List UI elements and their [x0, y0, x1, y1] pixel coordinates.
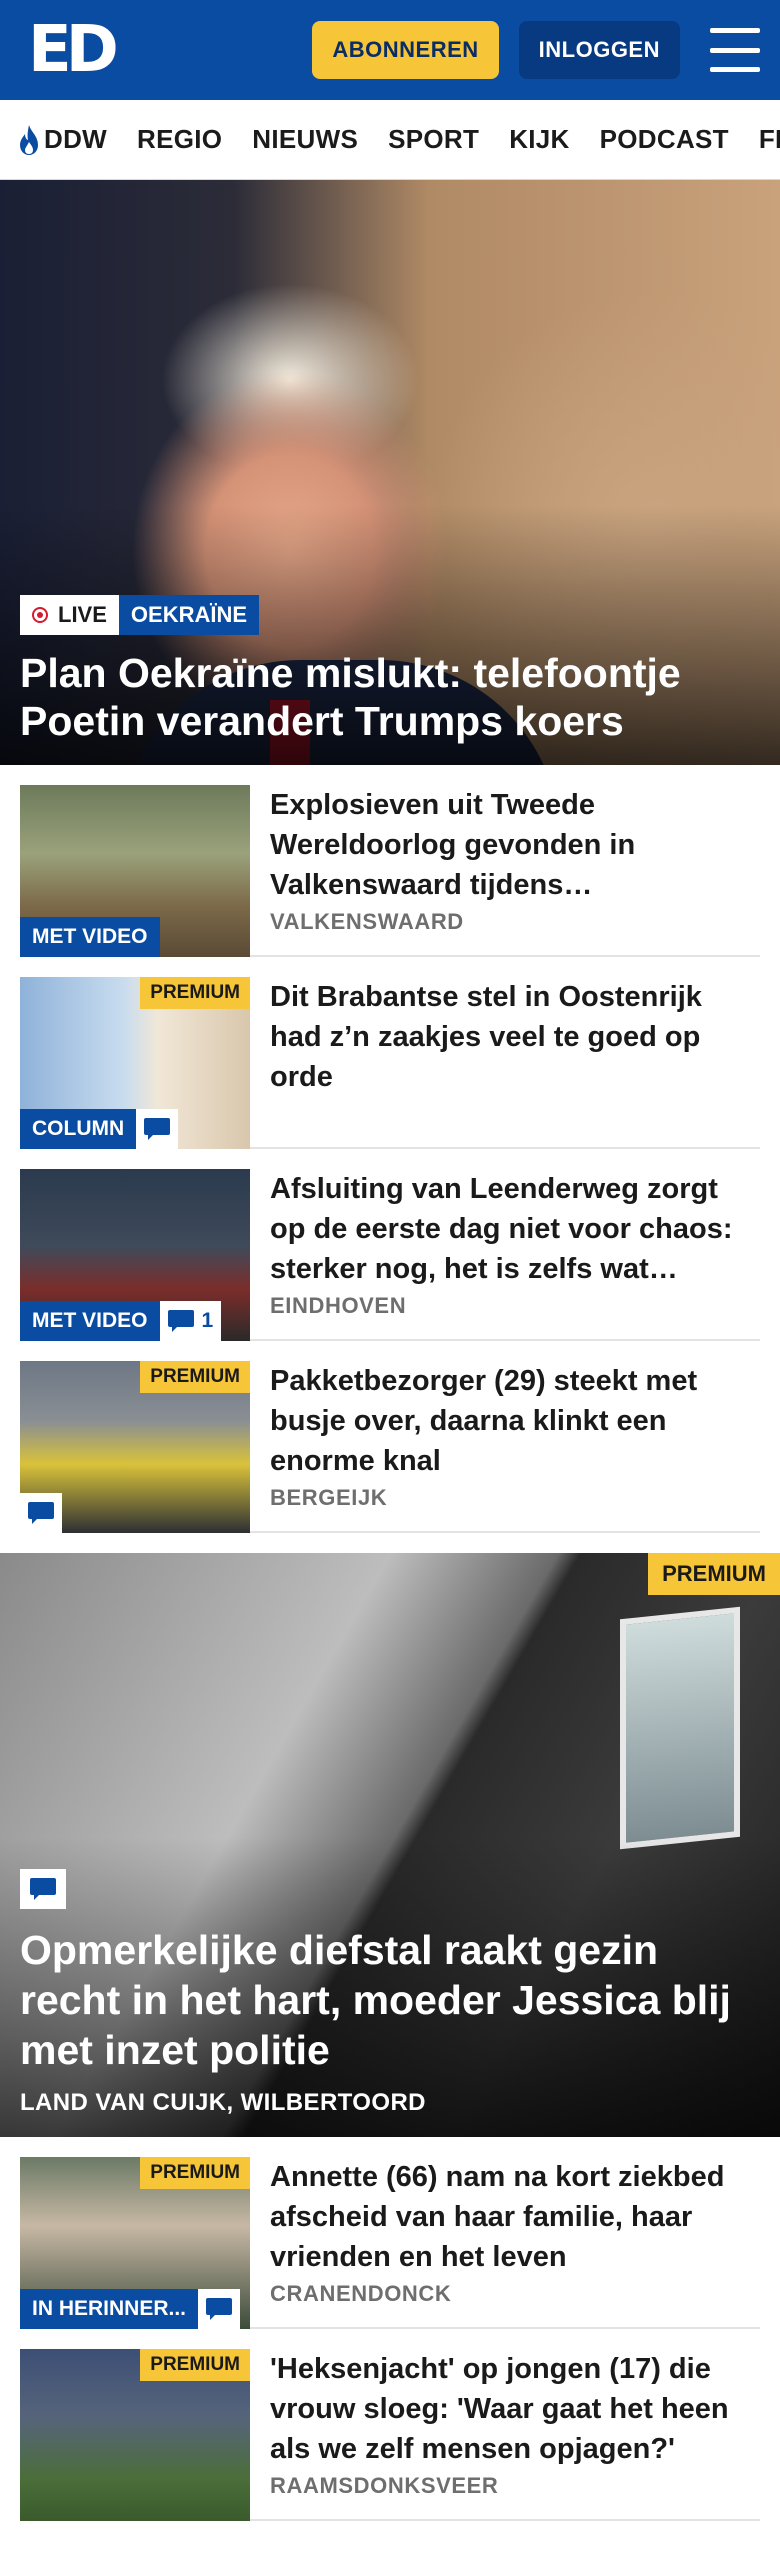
- nav-item-regio[interactable]: REGIO: [137, 124, 222, 155]
- article-body: Afsluiting van Leenderweg zorgt op de ee…: [270, 1169, 760, 1319]
- article-thumbnail: PREMIUM IN HERINNER...: [20, 2157, 250, 2329]
- premium-badge: PREMIUM: [140, 2157, 250, 2189]
- hero-tags: LIVE OEKRAÏNE: [20, 595, 760, 635]
- premium-badge: PREMIUM: [140, 1361, 250, 1393]
- feature-image-window: [620, 1606, 740, 1850]
- comment-badge: [20, 1869, 66, 1909]
- hero-title[interactable]: Plan Oekraïne mislukt: telefoontje Poeti…: [20, 649, 760, 745]
- thumbnail-badges: MET VIDEO: [20, 917, 160, 957]
- live-label: LIVE: [58, 602, 107, 627]
- hamburger-menu-icon[interactable]: [710, 28, 760, 72]
- article-title[interactable]: Dit Brabantse stel in Oostenrijk had z’n…: [270, 977, 760, 1097]
- article-body: Pakketbezorger (29) steekt met busje ove…: [270, 1361, 760, 1511]
- premium-badge: PREMIUM: [140, 977, 250, 1009]
- nav-label: DDW: [44, 124, 107, 154]
- article-list-2: PREMIUM IN HERINNER... Annette (66) nam …: [0, 2137, 780, 2521]
- article-thumbnail: PREMIUM: [20, 2349, 250, 2521]
- ed-logo[interactable]: ED: [28, 13, 119, 87]
- thumbnail-badges: IN HERINNER...: [20, 2289, 241, 2329]
- comment-badge: 1: [159, 1301, 222, 1341]
- article-location: EINDHOVEN: [270, 1293, 407, 1318]
- memoriam-badge: IN HERINNER...: [20, 2289, 199, 2329]
- comment-badge: [136, 1109, 179, 1149]
- article-item[interactable]: PREMIUM 'Heksenjacht' op jongen (17) die…: [20, 2329, 760, 2521]
- comment-icon: [28, 1502, 54, 1524]
- article-location: VALKENSWAARD: [270, 909, 464, 934]
- nav-item-podcast[interactable]: PODCAST: [600, 124, 729, 155]
- topic-badge: OEKRAÏNE: [118, 595, 260, 635]
- article-location: BERGEIJK: [270, 1485, 388, 1510]
- comment-icon: [30, 1878, 56, 1900]
- article-list: MET VIDEO Explosieven uit Tweede Wereldo…: [0, 765, 780, 1533]
- article-title[interactable]: Explosieven uit Tweede Wereldoorlog gevo…: [270, 785, 760, 903]
- nav-item-kijk[interactable]: KIJK: [509, 124, 569, 155]
- article-title[interactable]: Afsluiting van Leenderweg zorgt op de ee…: [270, 1169, 760, 1287]
- comment-icon: [144, 1118, 171, 1140]
- thumbnail-badges: MET VIDEO 1: [20, 1301, 222, 1341]
- hero-article[interactable]: LIVE OEKRAÏNE Plan Oekraïne mislukt: tel…: [0, 180, 780, 765]
- feature-title[interactable]: Opmerkelijke diefstal raakt gezin recht …: [20, 1925, 760, 2075]
- feature-article[interactable]: PREMIUM Opmerkelijke diefstal raakt gezi…: [0, 1553, 780, 2137]
- article-title[interactable]: Pakketbezorger (29) steekt met busje ove…: [270, 1361, 760, 1479]
- thumbnail-badges: COLUMN: [20, 1109, 179, 1149]
- top-header: ED ABONNEREN INLOGGEN: [0, 0, 780, 100]
- logo-text: ED: [28, 13, 119, 87]
- thumbnail-badges: [20, 1493, 62, 1533]
- comment-badge: [20, 1493, 62, 1533]
- nav-item-truncated[interactable]: FEE: [759, 124, 780, 155]
- comment-icon: [206, 2298, 233, 2320]
- video-badge: MET VIDEO: [20, 1301, 160, 1341]
- column-badge: COLUMN: [20, 1109, 137, 1149]
- article-thumbnail: MET VIDEO 1: [20, 1169, 250, 1341]
- article-item[interactable]: PREMIUM Pakketbezorger (29) steekt met b…: [20, 1341, 760, 1533]
- article-body: 'Heksenjacht' op jongen (17) die vrouw s…: [270, 2349, 760, 2499]
- article-item[interactable]: MET VIDEO Explosieven uit Tweede Wereldo…: [20, 765, 760, 957]
- comment-count: 1: [201, 1309, 214, 1332]
- article-title[interactable]: Annette (66) nam na kort ziekbed afschei…: [270, 2157, 760, 2275]
- feature-content: Opmerkelijke diefstal raakt gezin recht …: [20, 1869, 760, 2117]
- article-item[interactable]: PREMIUM IN HERINNER... Annette (66) nam …: [20, 2137, 760, 2329]
- subscribe-button[interactable]: ABONNEREN: [312, 21, 499, 79]
- article-title[interactable]: 'Heksenjacht' op jongen (17) die vrouw s…: [270, 2349, 760, 2467]
- article-body: Dit Brabantse stel in Oostenrijk had z’n…: [270, 977, 760, 1127]
- live-dot-icon: [32, 607, 48, 623]
- hero-content: LIVE OEKRAÏNE Plan Oekraïne mislukt: tel…: [20, 595, 760, 745]
- article-location: CRANENDONCK: [270, 2281, 452, 2306]
- premium-badge: PREMIUM: [140, 2349, 250, 2381]
- video-badge: MET VIDEO: [20, 917, 160, 957]
- article-location: RAAMSDONKSVEER: [270, 2473, 499, 2498]
- section-nav: DDW REGIO NIEUWS SPORT KIJK PODCAST FEE: [0, 100, 780, 180]
- nav-item-nieuws[interactable]: NIEUWS: [252, 124, 358, 155]
- article-body: Annette (66) nam na kort ziekbed afschei…: [270, 2157, 760, 2307]
- comment-badge: [198, 2289, 241, 2329]
- live-badge: LIVE: [20, 595, 119, 635]
- login-button[interactable]: INLOGGEN: [518, 21, 680, 79]
- premium-badge: PREMIUM: [648, 1553, 780, 1595]
- feature-location: LAND VAN CUIJK, WILBERTOORD: [20, 2089, 426, 2116]
- article-body: Explosieven uit Tweede Wereldoorlog gevo…: [270, 785, 760, 935]
- article-thumbnail: MET VIDEO: [20, 785, 250, 957]
- nav-item-sport[interactable]: SPORT: [388, 124, 479, 155]
- article-item[interactable]: MET VIDEO 1 Afsluiting van Leenderweg zo…: [20, 1149, 760, 1341]
- nav-item-ddw[interactable]: DDW: [18, 124, 107, 156]
- article-thumbnail: PREMIUM: [20, 1361, 250, 1533]
- flame-icon: [20, 124, 38, 155]
- article-item[interactable]: PREMIUM COLUMN Dit Brabantse stel in Oos…: [20, 957, 760, 1149]
- article-thumbnail: PREMIUM COLUMN: [20, 977, 250, 1149]
- comment-icon: [167, 1310, 194, 1332]
